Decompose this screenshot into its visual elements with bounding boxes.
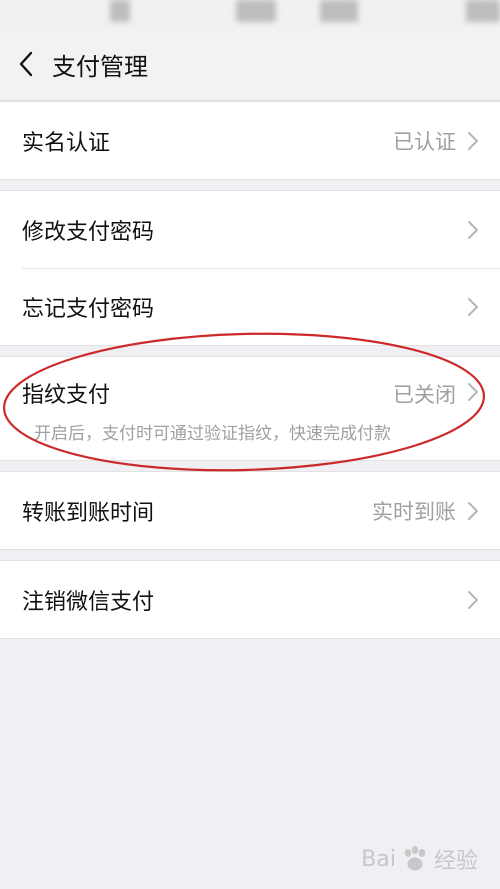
chevron-right-icon [468,220,478,239]
row-value: 实时到账 [372,499,456,524]
watermark: Bai 经验 [361,843,478,875]
chevron-right-icon [468,590,478,609]
watermark-text-right: 经验 [433,849,478,874]
status-icon [466,0,500,22]
paw-icon [404,846,426,871]
row-label: 修改支付密码 [22,219,155,245]
row-real-name[interactable]: 实名认证 已认证 [0,102,500,179]
nav-header: 支付管理 [0,28,500,101]
row-label: 注销微信支付 [22,589,155,615]
row-fingerprint-pay[interactable]: 指纹支付 已关闭 开启后，支付时可通过验证指纹，快速完成付款 [0,357,500,460]
back-button[interactable] [0,28,54,100]
group-fingerprint: 指纹支付 已关闭 开启后，支付时可通过验证指纹，快速完成付款 [0,356,500,461]
group-verification: 实名认证 已认证 [0,101,500,180]
row-description: 开启后，支付时可通过验证指纹，快速完成付款 [34,424,391,444]
status-icon [320,0,358,22]
row-label: 指纹支付 [22,383,111,408]
status-bar [0,0,500,28]
row-change-password[interactable]: 修改支付密码 [0,191,500,268]
row-transfer-time[interactable]: 转账到账时间 实时到账 [0,472,500,549]
group-transfer: 转账到账时间 实时到账 [0,471,500,550]
row-close-wechat-pay[interactable]: 注销微信支付 [0,561,500,638]
page-title: 支付管理 [52,52,148,81]
chevron-right-icon [468,297,478,316]
status-icon [110,0,130,22]
chevron-left-icon [19,51,33,77]
row-value: 已关闭 [393,383,456,407]
group-password: 修改支付密码 忘记支付密码 [0,190,500,346]
chevron-right-icon [468,383,478,401]
group-close-pay: 注销微信支付 [0,560,500,639]
row-label: 转账到账时间 [22,500,155,526]
row-label: 实名认证 [22,130,111,156]
chevron-right-icon [468,131,478,150]
chevron-right-icon [468,501,478,520]
row-value: 已认证 [393,129,456,154]
status-icon [236,0,276,22]
watermark-text-left: Bai [361,846,396,872]
row-label: 忘记支付密码 [22,296,155,322]
row-forgot-password[interactable]: 忘记支付密码 [0,268,500,345]
